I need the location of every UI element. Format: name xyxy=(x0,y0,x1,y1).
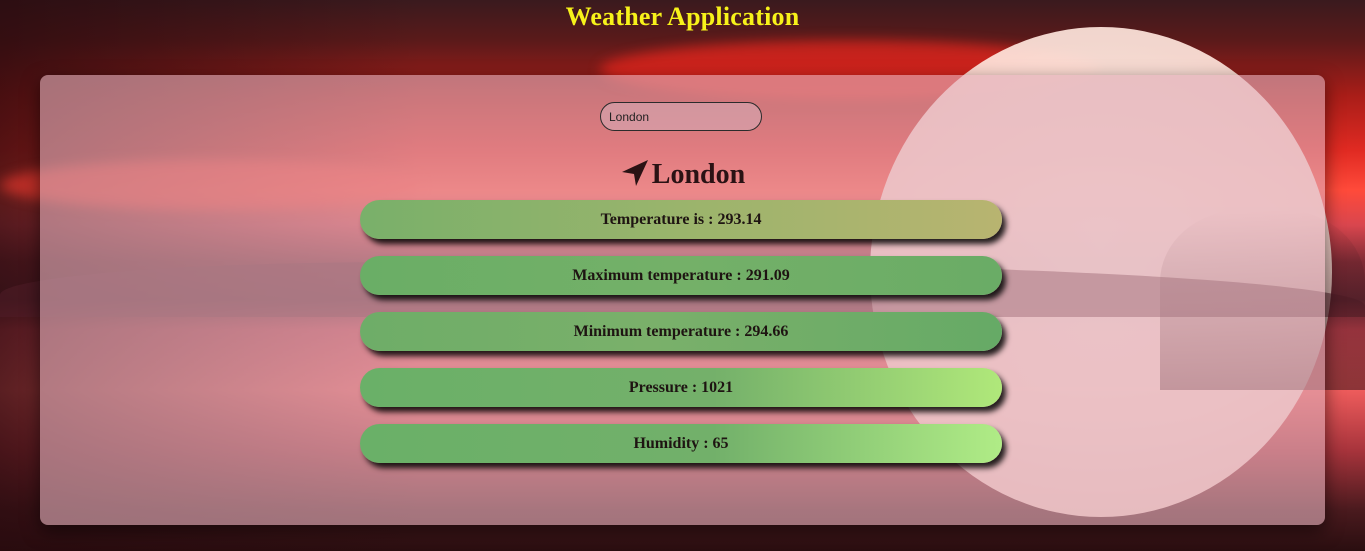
app-title: Weather Application xyxy=(565,2,800,31)
city-name: London xyxy=(651,159,746,190)
city-heading: London xyxy=(40,158,1325,192)
location-arrow-icon xyxy=(621,160,648,186)
max-temperature-card: Maximum temperature : 291.09 xyxy=(360,256,1002,295)
min-temperature-card: Minimum temperature : 294.66 xyxy=(360,312,1002,351)
humidity-card: Humidity : 65 xyxy=(360,424,1002,463)
temperature-card: Temperature is : 293.14 xyxy=(360,200,1002,239)
pressure-card: Pressure : 1021 xyxy=(360,368,1002,407)
weather-panel: London Temperature is : 293.14 Maximum t… xyxy=(40,75,1325,525)
city-search-input[interactable] xyxy=(600,102,762,131)
weather-info-list: Temperature is : 293.14 Maximum temperat… xyxy=(360,200,1002,480)
